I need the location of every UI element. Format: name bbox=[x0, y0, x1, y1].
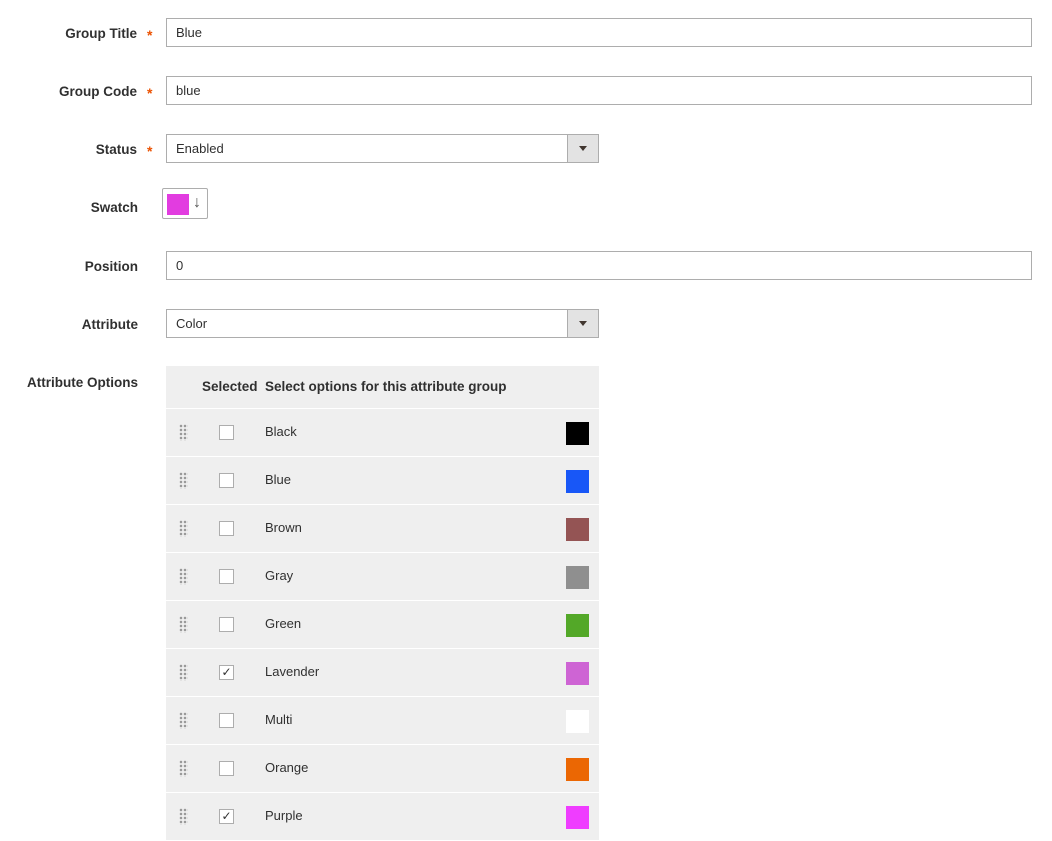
group-title-input[interactable] bbox=[166, 18, 1032, 47]
swatch-label: Swatch bbox=[90, 200, 138, 215]
dropdown-arrow-icon[interactable] bbox=[567, 135, 598, 162]
option-row: Black bbox=[166, 408, 599, 456]
grid-header: Selected Select options for this attribu… bbox=[166, 366, 599, 408]
drag-handle-icon[interactable] bbox=[179, 568, 188, 585]
group-code-label: Group Code bbox=[59, 84, 137, 99]
option-row: Brown bbox=[166, 504, 599, 552]
attribute-options-label: Attribute Options bbox=[27, 375, 138, 390]
group-code-input[interactable] bbox=[166, 76, 1032, 105]
option-checkbox[interactable] bbox=[219, 713, 234, 728]
position-label: Position bbox=[84, 259, 138, 274]
option-row: Gray bbox=[166, 552, 599, 600]
option-row: Blue bbox=[166, 456, 599, 504]
swatch-color-chip bbox=[167, 194, 189, 215]
option-name: Purple bbox=[265, 808, 303, 823]
status-label: Status bbox=[95, 142, 137, 157]
column-header-options: Select options for this attribute group bbox=[265, 379, 507, 394]
option-row: Orange bbox=[166, 744, 599, 792]
option-name: Black bbox=[265, 424, 297, 439]
drag-handle-icon[interactable] bbox=[179, 760, 188, 777]
option-name: Green bbox=[265, 616, 302, 631]
required-marker: * bbox=[147, 27, 153, 43]
option-checkbox[interactable] bbox=[219, 617, 234, 632]
option-color-swatch bbox=[566, 422, 589, 445]
option-color-swatch bbox=[566, 662, 589, 685]
option-color-swatch bbox=[566, 470, 589, 493]
option-checkbox[interactable] bbox=[219, 761, 234, 776]
option-color-swatch bbox=[566, 518, 589, 541]
column-header-selected: Selected bbox=[202, 379, 258, 394]
drag-handle-icon[interactable] bbox=[179, 664, 188, 681]
option-color-swatch bbox=[566, 614, 589, 637]
option-color-swatch bbox=[566, 806, 589, 829]
drag-handle-icon[interactable] bbox=[179, 616, 188, 633]
option-name: Multi bbox=[265, 712, 293, 727]
option-checkbox[interactable] bbox=[219, 473, 234, 488]
option-name: Blue bbox=[265, 472, 292, 487]
group-title-label: Group Title bbox=[65, 26, 137, 41]
option-color-swatch bbox=[566, 758, 589, 781]
option-checkbox[interactable] bbox=[219, 521, 234, 536]
drag-handle-icon[interactable] bbox=[179, 472, 188, 489]
option-row: Green bbox=[166, 600, 599, 648]
drag-handle-icon[interactable] bbox=[179, 712, 188, 729]
position-input[interactable] bbox=[166, 251, 1032, 280]
attribute-select[interactable]: Color bbox=[166, 309, 599, 338]
option-color-swatch bbox=[566, 566, 589, 589]
option-color-swatch bbox=[566, 710, 589, 733]
attribute-select-value: Color bbox=[176, 316, 208, 331]
arrow-down-icon: ↓ bbox=[193, 194, 201, 211]
status-select-value: Enabled bbox=[176, 141, 224, 156]
attribute-options-grid: Selected Select options for this attribu… bbox=[166, 366, 599, 840]
required-marker: * bbox=[147, 85, 153, 101]
drag-handle-icon[interactable] bbox=[179, 520, 188, 537]
option-row: Multi bbox=[166, 696, 599, 744]
option-checkbox[interactable] bbox=[219, 569, 234, 584]
required-marker: * bbox=[147, 143, 153, 159]
dropdown-arrow-icon[interactable] bbox=[567, 310, 598, 337]
drag-handle-icon[interactable] bbox=[179, 424, 188, 441]
option-name: Gray bbox=[265, 568, 294, 583]
option-checkbox[interactable] bbox=[219, 425, 234, 440]
option-name: Brown bbox=[265, 520, 302, 535]
attribute-label: Attribute bbox=[81, 317, 138, 332]
status-select[interactable]: Enabled bbox=[166, 134, 599, 163]
drag-handle-icon[interactable] bbox=[179, 808, 188, 825]
option-checkbox[interactable]: ✓ bbox=[219, 809, 234, 824]
option-checkbox[interactable]: ✓ bbox=[219, 665, 234, 680]
option-name: Lavender bbox=[265, 664, 320, 679]
option-row: ✓ Purple bbox=[166, 792, 599, 840]
swatch-color-picker[interactable]: ↓ bbox=[162, 188, 208, 219]
option-name: Orange bbox=[265, 760, 309, 775]
option-row: ✓ Lavender bbox=[166, 648, 599, 696]
